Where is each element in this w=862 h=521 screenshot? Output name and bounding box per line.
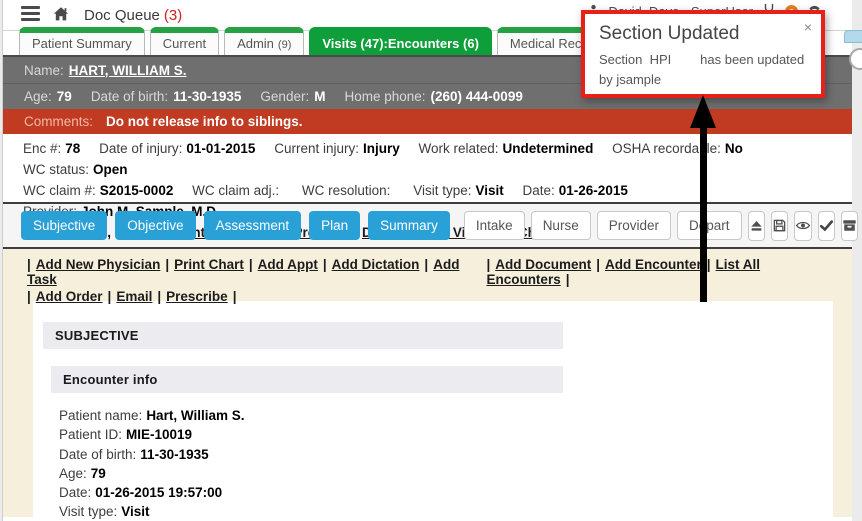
field-wc-resolution: WC resolution:: [302, 183, 395, 198]
edge-artifact-blue: [844, 30, 862, 43]
home-icon: [52, 6, 70, 25]
page-title: Doc Queue: [84, 7, 160, 24]
field-osha-recordable: OSHA recordable:No: [612, 141, 743, 156]
quick-links-band: |Add New Physician|Print Chart|Add Appt|…: [3, 249, 852, 301]
doc-queue-count: (3): [164, 7, 182, 24]
link-add-appt[interactable]: Add Appt: [258, 257, 318, 272]
field-gender: Gender:M: [260, 89, 325, 104]
section-header-subjective: SUBJECTIVE: [43, 322, 563, 349]
link-add-new-physician[interactable]: Add New Physician: [36, 257, 161, 272]
field-date-of-injury: Date of injury:01-01-2015: [99, 141, 255, 156]
link-add-document[interactable]: Add Document: [495, 257, 591, 272]
link-prescribe[interactable]: Prescribe: [166, 289, 228, 304]
eject-button[interactable]: [748, 211, 765, 241]
close-icon[interactable]: ×: [804, 20, 812, 34]
tab-visits-encounters[interactable]: Visits (47):Encounters (6): [309, 27, 492, 55]
quick-links-row-1: |Add New Physician|Print Chart|Add Appt|…: [27, 257, 838, 287]
field-dob: Date of birth:11-30-1935: [91, 89, 242, 104]
app-window: Doc Queue (3) David, Dave - SuperUser Pa…: [2, 0, 852, 521]
field-work-related: Work related:Undetermined: [419, 141, 594, 156]
name-label: Name:: [24, 63, 64, 78]
field-dob: Date of birth:11-30-1935: [59, 445, 833, 464]
field-patient-name: Patient name:Hart, William S.: [59, 406, 833, 425]
tab-current[interactable]: Current: [150, 27, 219, 55]
field-visit-date: Date:01-26-2015: [523, 183, 628, 198]
tab-label: Current: [163, 36, 206, 51]
encounter-info-fields: Patient name:Hart, William S. Patient ID…: [59, 406, 833, 521]
eject-icon: [749, 218, 764, 233]
subjective-button[interactable]: Subjective: [21, 211, 107, 240]
comments-label: Comments:: [24, 114, 93, 129]
field-enc-number: Enc #:78: [23, 141, 80, 156]
assessment-button[interactable]: Assessment: [204, 211, 302, 240]
preview-button[interactable]: [794, 211, 812, 241]
save-icon: [772, 218, 787, 233]
approve-button[interactable]: [818, 211, 835, 241]
link-email[interactable]: Email: [116, 289, 152, 304]
tab-patient-summary[interactable]: Patient Summary: [19, 27, 145, 55]
objective-button[interactable]: Objective: [115, 211, 195, 240]
field-wc-claim-adj: WC claim adj.:: [192, 183, 283, 198]
tab-label: Admin: [237, 36, 274, 51]
annotation-arrow-tail: [700, 126, 707, 302]
subsection-header-encounter-info: Encounter info: [51, 366, 563, 393]
link-add-order[interactable]: Add Order: [36, 289, 103, 304]
field-age: Age:79: [59, 464, 833, 483]
link-add-dictation[interactable]: Add Dictation: [332, 257, 420, 272]
field-wc-claim: WC claim #:S2015-0002: [23, 183, 173, 198]
tab-label: Patient Summary: [32, 36, 132, 51]
popup-body: Section HPI has been updated by jsample: [599, 50, 809, 89]
tab-admin[interactable]: Admin (9): [224, 27, 304, 55]
link-print-chart[interactable]: Print Chart: [174, 257, 244, 272]
field-patient-id: Patient ID:MIE-10019: [59, 425, 833, 444]
tab-count: (9): [278, 39, 291, 51]
eye-icon: [795, 218, 811, 233]
hamburger-icon: [21, 6, 40, 24]
field-age: Age:79: [24, 89, 72, 104]
comments-bar: Comments: Do not release info to sibling…: [3, 109, 852, 134]
field-visit-type: Visit type:Visit: [413, 183, 504, 198]
archive-icon: [842, 218, 857, 233]
nurse-button[interactable]: Nurse: [531, 211, 591, 240]
check-icon: [819, 218, 834, 233]
note-content-area: SUBJECTIVE Encounter info Patient name:H…: [3, 301, 852, 517]
field-home-phone: Home phone:(260) 444-0099: [344, 89, 522, 104]
note-panel: SUBJECTIVE Encounter info Patient name:H…: [33, 301, 833, 517]
plan-button[interactable]: Plan: [309, 211, 360, 240]
provider-button[interactable]: Provider: [597, 211, 671, 240]
quick-links-right: |Add Document|Add Encounter|List All Enc…: [486, 257, 838, 287]
patient-name-link[interactable]: HART, WILLIAM S.: [69, 63, 187, 78]
quick-links-left: |Add New Physician|Print Chart|Add Appt|…: [27, 257, 486, 287]
field-wc-status: WC status:Open: [23, 162, 128, 177]
hamburger-menu-button[interactable]: [21, 6, 40, 24]
link-add-encounter[interactable]: Add Encounter: [605, 257, 702, 272]
tab-label: Visits (47):Encounters (6): [322, 36, 479, 51]
field-date: Date:01-26-2015 19:57:00: [59, 483, 833, 502]
comments-text: Do not release info to siblings.: [106, 114, 303, 129]
popup-title: Section Updated: [599, 23, 809, 45]
annotation-arrow-head: [690, 95, 716, 128]
encounter-header: Enc #:78 Date of injury:01-01-2015 Curre…: [3, 134, 852, 204]
archive-button[interactable]: [841, 211, 858, 241]
field-current-injury: Current injury:Injury: [274, 141, 400, 156]
section-updated-popup: × Section Updated Section HPI has been u…: [581, 10, 825, 98]
home-button[interactable]: [52, 6, 70, 25]
depart-button[interactable]: Depart: [677, 211, 742, 240]
encounter-line-1: Enc #:78 Date of injury:01-01-2015 Curre…: [23, 138, 852, 180]
intake-button[interactable]: Intake: [464, 211, 525, 240]
summary-button[interactable]: Summary: [368, 211, 450, 240]
field-visit-type: Visit type:Visit: [59, 502, 833, 521]
save-button[interactable]: [771, 211, 788, 241]
